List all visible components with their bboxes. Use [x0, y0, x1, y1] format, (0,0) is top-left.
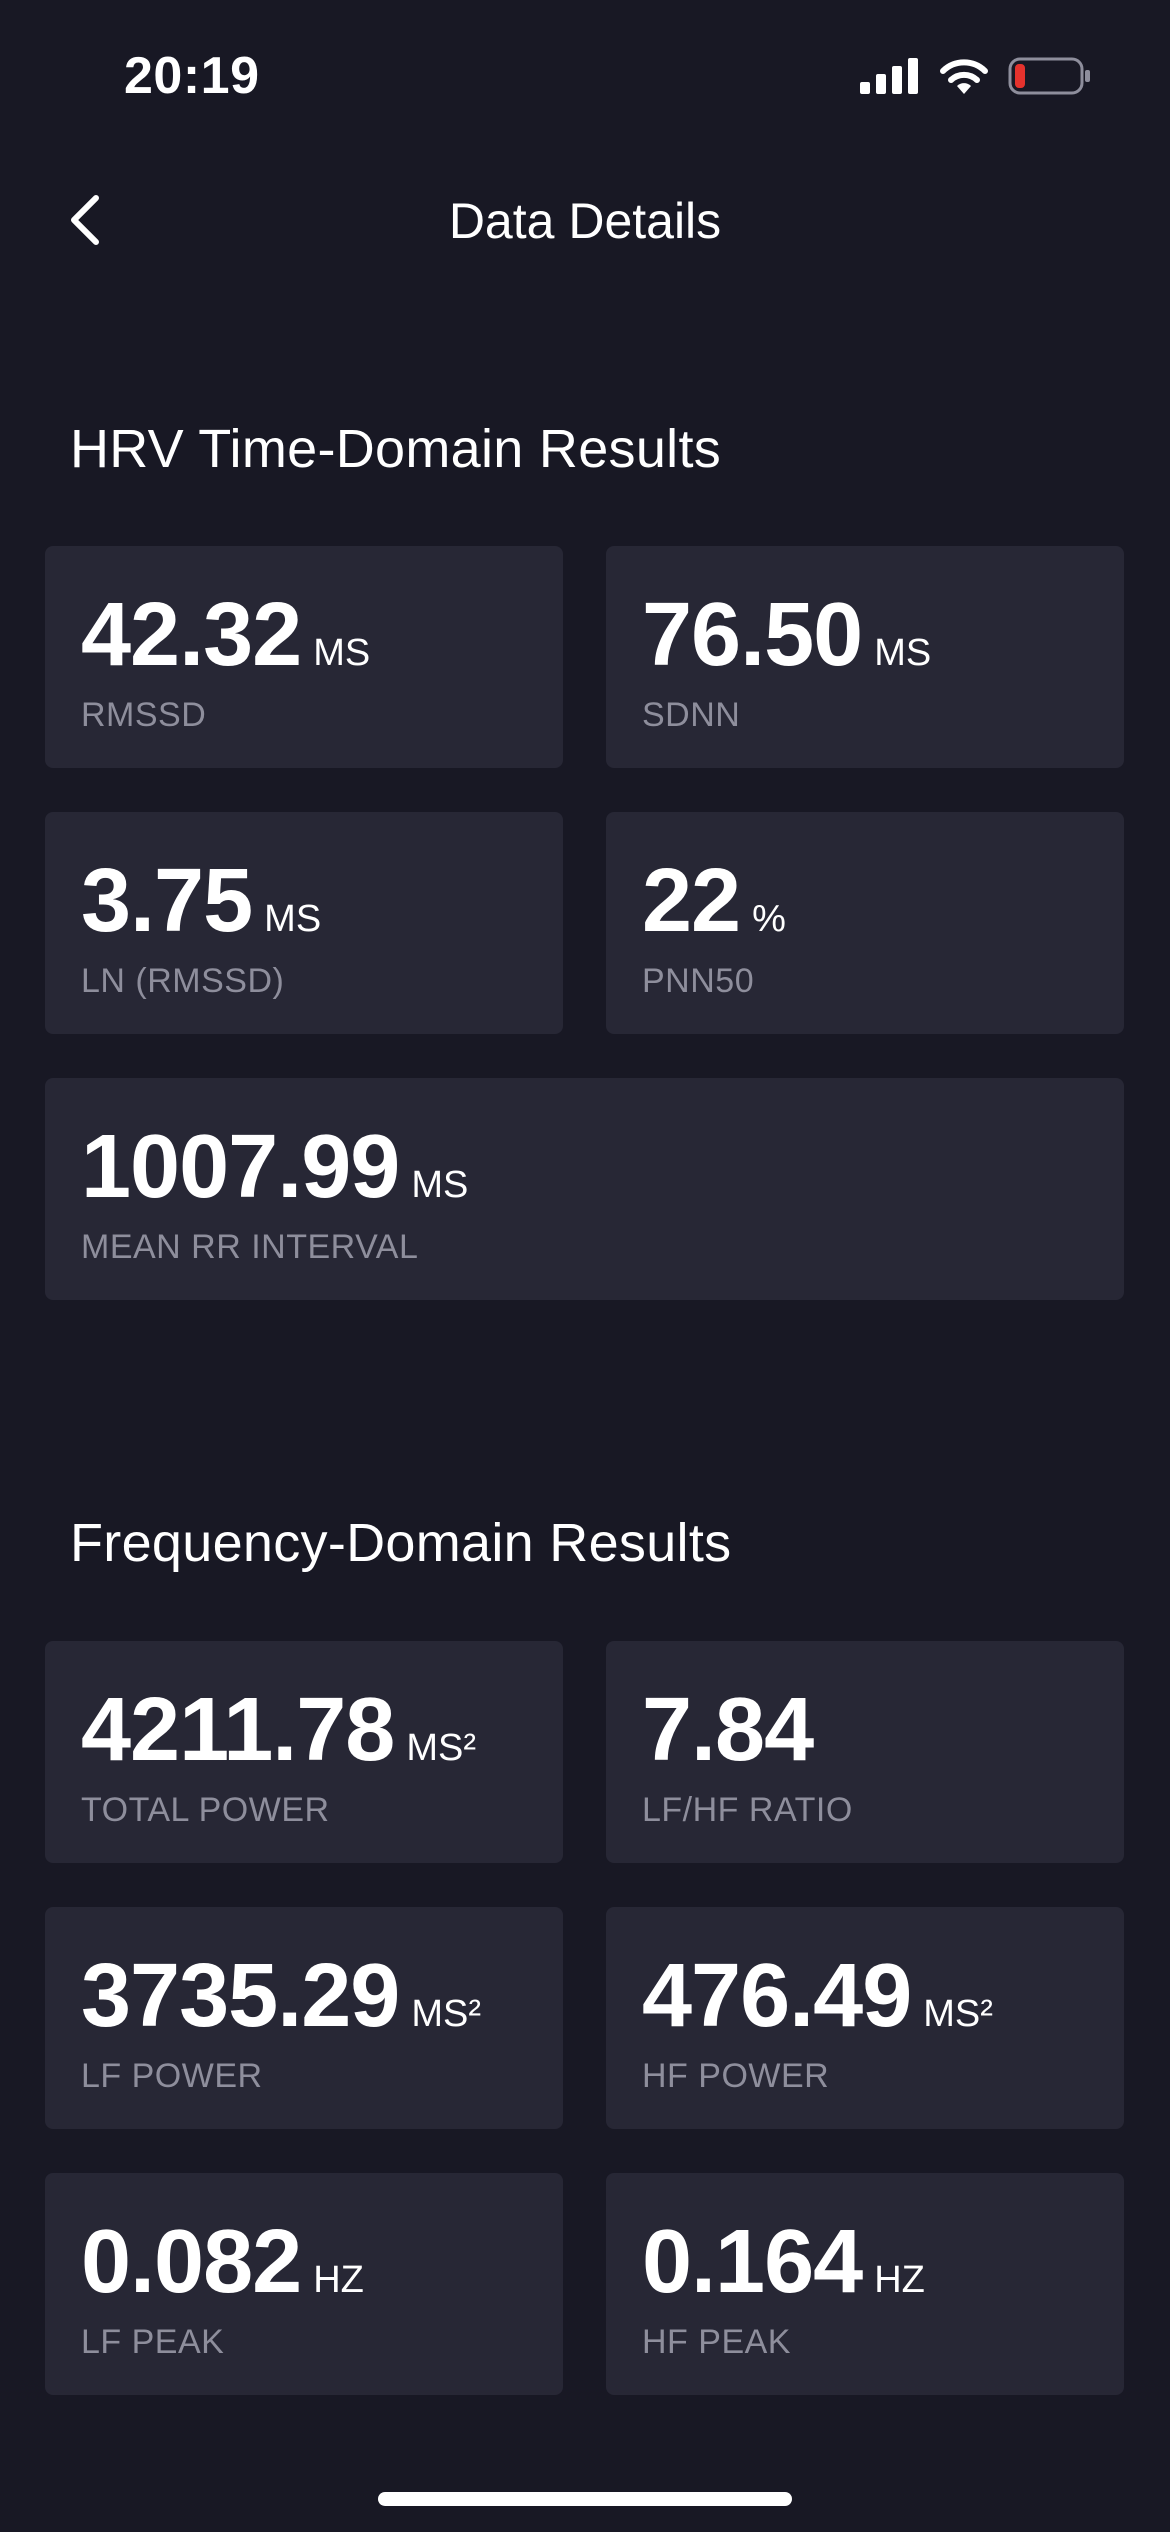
metric-label: LF/HF RATIO	[642, 1791, 853, 1829]
metric-value: 76.50	[642, 585, 863, 685]
cellular-signal-icon	[860, 58, 918, 94]
metric-card-pnn50: 22 % PNN50	[606, 812, 1124, 1034]
frequency-domain-section-title: Frequency-Domain Results	[70, 1513, 732, 1573]
metric-card-lf-peak: 0.082 HZ LF PEAK	[45, 2173, 563, 2395]
metric-unit: MS	[411, 1164, 469, 1206]
metric-value: 22	[642, 851, 741, 951]
metric-value: 4211.78	[81, 1680, 395, 1780]
metric-card-rmssd: 42.32 MS RMSSD	[45, 546, 563, 768]
metric-unit: MS²	[923, 1993, 993, 2035]
metric-label: LN (RMSSD)	[81, 962, 285, 1000]
page-title: Data Details	[448, 193, 722, 249]
metric-unit: %	[752, 898, 786, 940]
metric-value: 476.49	[642, 1946, 912, 2046]
battery-low-icon	[1008, 57, 1090, 95]
metric-card-hf-power: 476.49 MS² HF POWER	[606, 1907, 1124, 2129]
metric-card-ln-rmssd: 3.75 MS LN (RMSSD)	[45, 812, 563, 1034]
metric-label: LF PEAK	[81, 2323, 225, 2361]
metric-unit: MS	[313, 632, 371, 674]
metric-unit: HZ	[313, 2259, 364, 2301]
metric-value: 3735.29	[81, 1946, 400, 2046]
metric-unit: MS	[264, 898, 322, 940]
metric-card-lf-hf-ratio: 7.84 LF/HF RATIO	[606, 1641, 1124, 1863]
metric-value: 42.32	[81, 585, 302, 685]
metric-card-lf-power: 3735.29 MS² LF POWER	[45, 1907, 563, 2129]
metric-label: HF POWER	[642, 2057, 830, 2095]
metric-card-total-power: 4211.78 MS² TOTAL POWER	[45, 1641, 563, 1863]
metric-value: 3.75	[81, 851, 253, 951]
metric-card-sdnn: 76.50 MS SDNN	[606, 546, 1124, 768]
metric-label: PNN50	[642, 962, 755, 1000]
metric-label: HF PEAK	[642, 2323, 791, 2361]
metric-label: TOTAL POWER	[81, 1791, 330, 1829]
time-domain-section-title: HRV Time-Domain Results	[70, 419, 722, 479]
status-bar: 20:19	[0, 0, 1170, 150]
home-indicator[interactable]	[378, 2492, 792, 2506]
metric-value: 0.164	[642, 2212, 863, 2312]
metric-card-mean-rr: 1007.99 MS MEAN RR INTERVAL	[45, 1078, 1124, 1300]
metric-label: RMSSD	[81, 696, 207, 734]
metric-label: LF POWER	[81, 2057, 263, 2095]
metric-value: 7.84	[642, 1680, 814, 1780]
metric-label: SDNN	[642, 696, 741, 734]
metric-unit: MS²	[411, 1993, 481, 2035]
metric-card-hf-peak: 0.164 HZ HF PEAK	[606, 2173, 1124, 2395]
header: Data Details	[0, 170, 1170, 270]
status-time: 20:19	[124, 47, 260, 105]
metric-value: 1007.99	[81, 1117, 400, 1217]
wifi-icon	[940, 59, 988, 94]
metric-unit: MS	[874, 632, 932, 674]
metric-value: 0.082	[81, 2212, 302, 2312]
metric-unit: HZ	[874, 2259, 925, 2301]
metric-label: MEAN RR INTERVAL	[81, 1228, 419, 1266]
status-icons	[860, 56, 1092, 96]
metric-unit: MS²	[406, 1727, 477, 1769]
